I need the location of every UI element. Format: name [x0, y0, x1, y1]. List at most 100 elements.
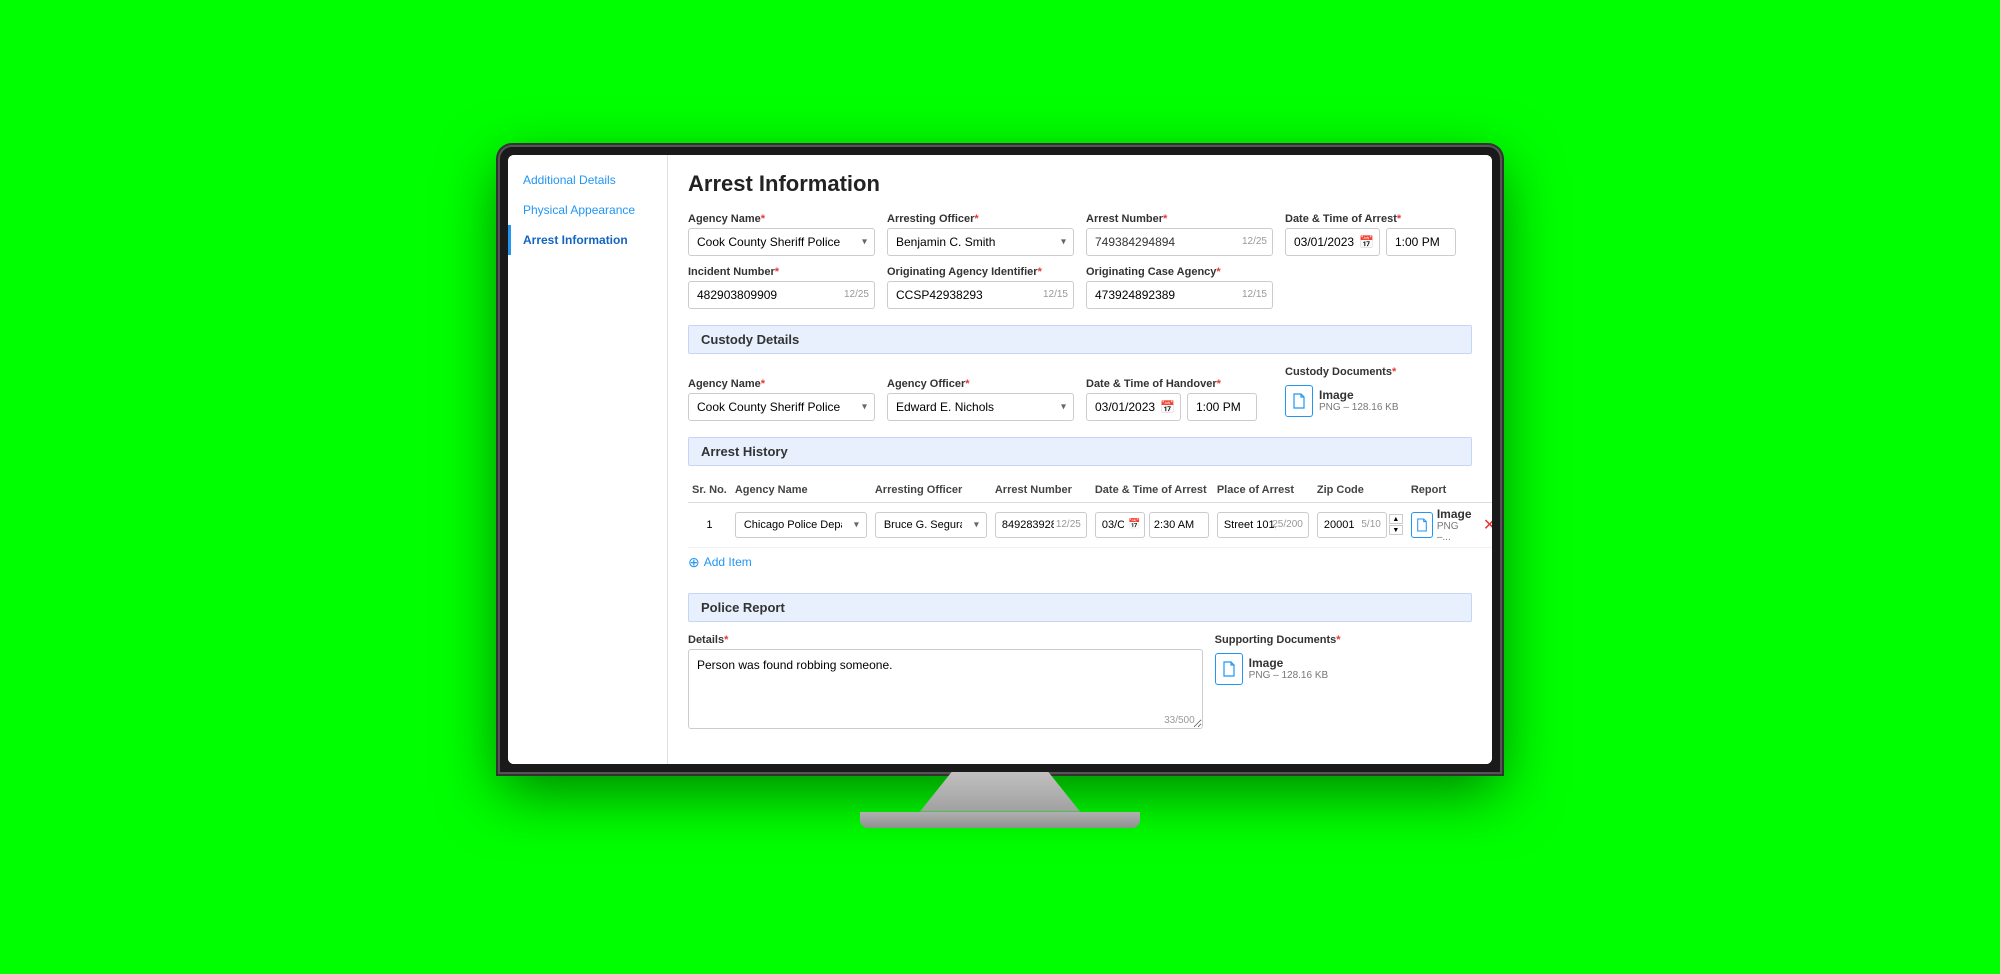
- zip-down-btn[interactable]: ▼: [1389, 525, 1403, 535]
- arrest-info-row-2: Incident Number* 12/25 Originating Agenc…: [688, 266, 1472, 309]
- row-report: Image PNG –...: [1407, 502, 1477, 547]
- row-officer: Bruce G. Segura: [871, 502, 991, 547]
- arrest-number-input-wrapper: 12/25: [1086, 228, 1273, 256]
- originating-agency-wrapper: 12/15: [887, 281, 1074, 309]
- col-zip: Zip Code: [1313, 478, 1407, 503]
- originating-case-label: Originating Case Agency*: [1086, 266, 1273, 278]
- main-content: Arrest Information Agency Name* Cook Cou…: [668, 155, 1492, 764]
- custody-docs-label: Custody Documents*: [1285, 366, 1472, 378]
- zip-up-btn[interactable]: ▲: [1389, 514, 1403, 524]
- incident-number-count: 12/25: [844, 289, 869, 300]
- row-report-file-name: Image: [1437, 507, 1473, 521]
- monitor-base: [860, 812, 1140, 828]
- details-textarea[interactable]: Person was found robbing someone.: [688, 649, 1203, 729]
- col-actions: [1477, 478, 1492, 503]
- row-date-time: 📅: [1091, 502, 1213, 547]
- col-arresting-officer: Arresting Officer: [871, 478, 991, 503]
- row-officer-select-wrapper: Bruce G. Segura: [875, 512, 987, 538]
- date-time-arrest-label: Date & Time of Arrest*: [1285, 213, 1472, 225]
- row-officer-select[interactable]: Bruce G. Segura: [875, 512, 987, 538]
- row-calendar-icon[interactable]: 📅: [1128, 519, 1140, 530]
- supporting-file-info: Image PNG – 128.16 KB: [1249, 656, 1329, 681]
- col-sr-no: Sr. No.: [688, 478, 731, 503]
- col-place: Place of Arrest: [1213, 478, 1313, 503]
- sidebar-item-additional-details[interactable]: Additional Details: [508, 165, 667, 195]
- custody-date-time-label: Date & Time of Handover*: [1086, 378, 1273, 390]
- history-table-header-row: Sr. No. Agency Name Arresting Officer Ar…: [688, 478, 1492, 503]
- arrest-number-group: Arrest Number* 12/25: [1086, 213, 1273, 256]
- page-title: Arrest Information: [688, 171, 1472, 197]
- row-delete-button[interactable]: ✕: [1481, 513, 1492, 537]
- incident-number-wrapper: 12/25: [688, 281, 875, 309]
- row-arrest-number-count: 12/25: [1056, 519, 1081, 530]
- row-place-input-wrapper: 25/200: [1217, 512, 1309, 538]
- custody-agency-officer-select-wrapper: Edward E. Nichols: [887, 393, 1074, 421]
- row-agency-select[interactable]: Chicago Police Department: [735, 512, 867, 538]
- supporting-file-name: Image: [1249, 656, 1329, 670]
- arrest-history-table: Sr. No. Agency Name Arresting Officer Ar…: [688, 478, 1492, 548]
- custody-docs-group: Custody Documents* Im: [1285, 366, 1472, 421]
- row-report-file-size: PNG –...: [1437, 521, 1473, 543]
- row-zip-input-wrapper: 5/10: [1317, 512, 1387, 538]
- row-time-input[interactable]: [1149, 512, 1209, 538]
- custody-details-section: Custody Details Agency Name* Cook County…: [688, 325, 1472, 421]
- row-sr-no: 1: [688, 502, 731, 547]
- arrest-date-wrapper: 📅: [1285, 228, 1380, 256]
- sidebar-item-physical-appearance[interactable]: Physical Appearance: [508, 195, 667, 225]
- agency-name-label: Agency Name*: [688, 213, 875, 225]
- arrest-number-count: 12/25: [1242, 236, 1267, 247]
- row-place-wrapper: 25/200: [1217, 512, 1309, 538]
- sidebar: Additional Details Physical Appearance A…: [508, 155, 668, 764]
- arrest-date-time-wrapper: 📅: [1285, 228, 1472, 256]
- arrest-number-label: Arrest Number*: [1086, 213, 1273, 225]
- handover-time-input[interactable]: [1187, 393, 1257, 421]
- originating-case-wrapper: 12/15: [1086, 281, 1273, 309]
- arrest-history-section: Arrest History Sr. No. Agency Name: [688, 437, 1472, 577]
- custody-file-icon: [1285, 385, 1313, 417]
- row-report-file-info: Image PNG –...: [1437, 507, 1473, 543]
- row-report-file-icon: [1411, 512, 1433, 538]
- custody-agency-name-group: Agency Name* Cook County Sheriff Police: [688, 378, 875, 421]
- supporting-file-attachment: Image PNG – 128.16 KB: [1215, 649, 1472, 689]
- originating-agency-count: 12/15: [1043, 289, 1068, 300]
- incident-number-label: Incident Number*: [688, 266, 875, 278]
- originating-case-group: Originating Case Agency* 12/15: [1086, 266, 1273, 309]
- calendar-icon[interactable]: 📅: [1359, 235, 1374, 249]
- custody-date-time-group: Date & Time of Handover* 📅: [1086, 378, 1273, 421]
- arrest-time-input[interactable]: [1386, 228, 1456, 256]
- custody-section-header: Custody Details: [688, 325, 1472, 354]
- incident-number-group: Incident Number* 12/25: [688, 266, 875, 309]
- supporting-docs-label: Supporting Documents*: [1215, 634, 1472, 646]
- date-time-arrest-group: Date & Time of Arrest* 📅: [1285, 213, 1472, 256]
- police-report-section: Police Report Details* Person was found …: [688, 593, 1472, 732]
- supporting-docs-group: Supporting Documents*: [1215, 634, 1472, 689]
- custody-row-1: Agency Name* Cook County Sheriff Police …: [688, 366, 1472, 421]
- col-agency-name: Agency Name: [731, 478, 871, 503]
- custody-file-attachment: Image PNG – 128.16 KB: [1285, 381, 1472, 421]
- col-arrest-number: Arrest Number: [991, 478, 1091, 503]
- police-report-header: Police Report: [688, 593, 1472, 622]
- custody-agency-name-select[interactable]: Cook County Sheriff Police: [688, 393, 875, 421]
- arresting-officer-select[interactable]: Benjamin C. Smith: [887, 228, 1074, 256]
- row-agency-name: Chicago Police Department: [731, 502, 871, 547]
- agency-name-select[interactable]: Cook County Sheriff Police: [688, 228, 875, 256]
- sidebar-item-arrest-information[interactable]: Arrest Information: [508, 225, 667, 255]
- arresting-officer-select-wrapper: Benjamin C. Smith: [887, 228, 1074, 256]
- col-date-time: Date & Time of Arrest: [1091, 478, 1213, 503]
- agency-name-select-wrapper: Cook County Sheriff Police: [688, 228, 875, 256]
- custody-agency-officer-select[interactable]: Edward E. Nichols: [887, 393, 1074, 421]
- row-arrest-number: 12/25: [991, 502, 1091, 547]
- police-report-row: Details* Person was found robbing someon…: [688, 634, 1472, 732]
- arrest-info-row-1: Agency Name* Cook County Sheriff Police …: [688, 213, 1472, 256]
- custody-file-info: Image PNG – 128.16 KB: [1319, 388, 1399, 413]
- arresting-officer-group: Arresting Officer* Benjamin C. Smith: [887, 213, 1074, 256]
- originating-agency-group: Originating Agency Identifier* 12/15: [887, 266, 1074, 309]
- handover-calendar-icon[interactable]: 📅: [1160, 400, 1175, 414]
- custody-agency-officer-group: Agency Officer* Edward E. Nichols: [887, 378, 1074, 421]
- agency-name-group: Agency Name* Cook County Sheriff Police: [688, 213, 875, 256]
- add-item-button[interactable]: Add Item: [688, 548, 752, 577]
- row-date-wrapper: 📅: [1095, 512, 1145, 538]
- supporting-file-icon: [1215, 653, 1243, 685]
- details-char-count: 33/500: [1164, 715, 1195, 726]
- row-place-count: 25/200: [1272, 519, 1303, 530]
